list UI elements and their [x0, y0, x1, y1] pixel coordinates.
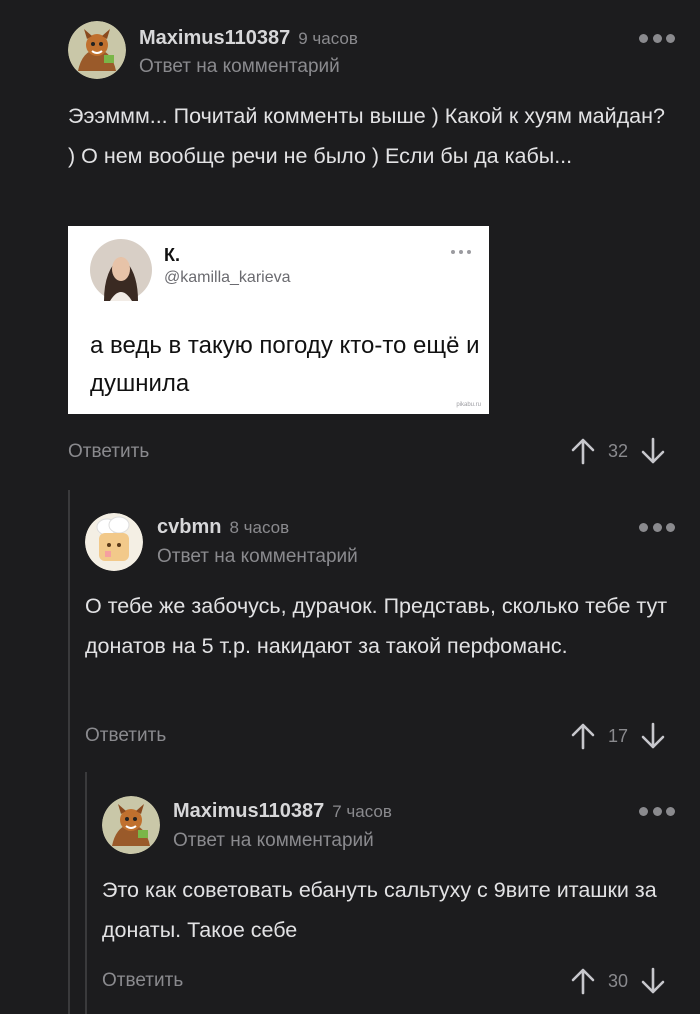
downvote-arrow-icon[interactable]	[640, 967, 666, 995]
vote-controls: 30	[570, 966, 666, 996]
more-dot-icon	[666, 806, 675, 816]
vote-count: 30	[607, 970, 629, 991]
upvote-arrow-icon[interactable]	[570, 967, 596, 995]
comment-author[interactable]: Maximus110387 7 часов	[173, 800, 392, 823]
comment-reply-nested: Maximus110387 7 часов Ответ на комментари…	[0, 0, 700, 1014]
more-dot-icon	[652, 806, 662, 816]
reply-button[interactable]: Ответить	[102, 970, 183, 992]
more-options-button[interactable]	[639, 805, 675, 817]
more-dot-icon	[639, 806, 648, 816]
author-name[interactable]: Maximus110387	[173, 800, 324, 822]
fox-mascot-avatar-icon	[102, 796, 160, 854]
comment-time: 7 часов	[332, 802, 392, 821]
reply-to-note[interactable]: Ответ на комментарий	[173, 830, 374, 852]
comment-text: Это как советовать ебануть сальтуху с 9в…	[102, 878, 657, 942]
avatar[interactable]	[102, 796, 160, 854]
